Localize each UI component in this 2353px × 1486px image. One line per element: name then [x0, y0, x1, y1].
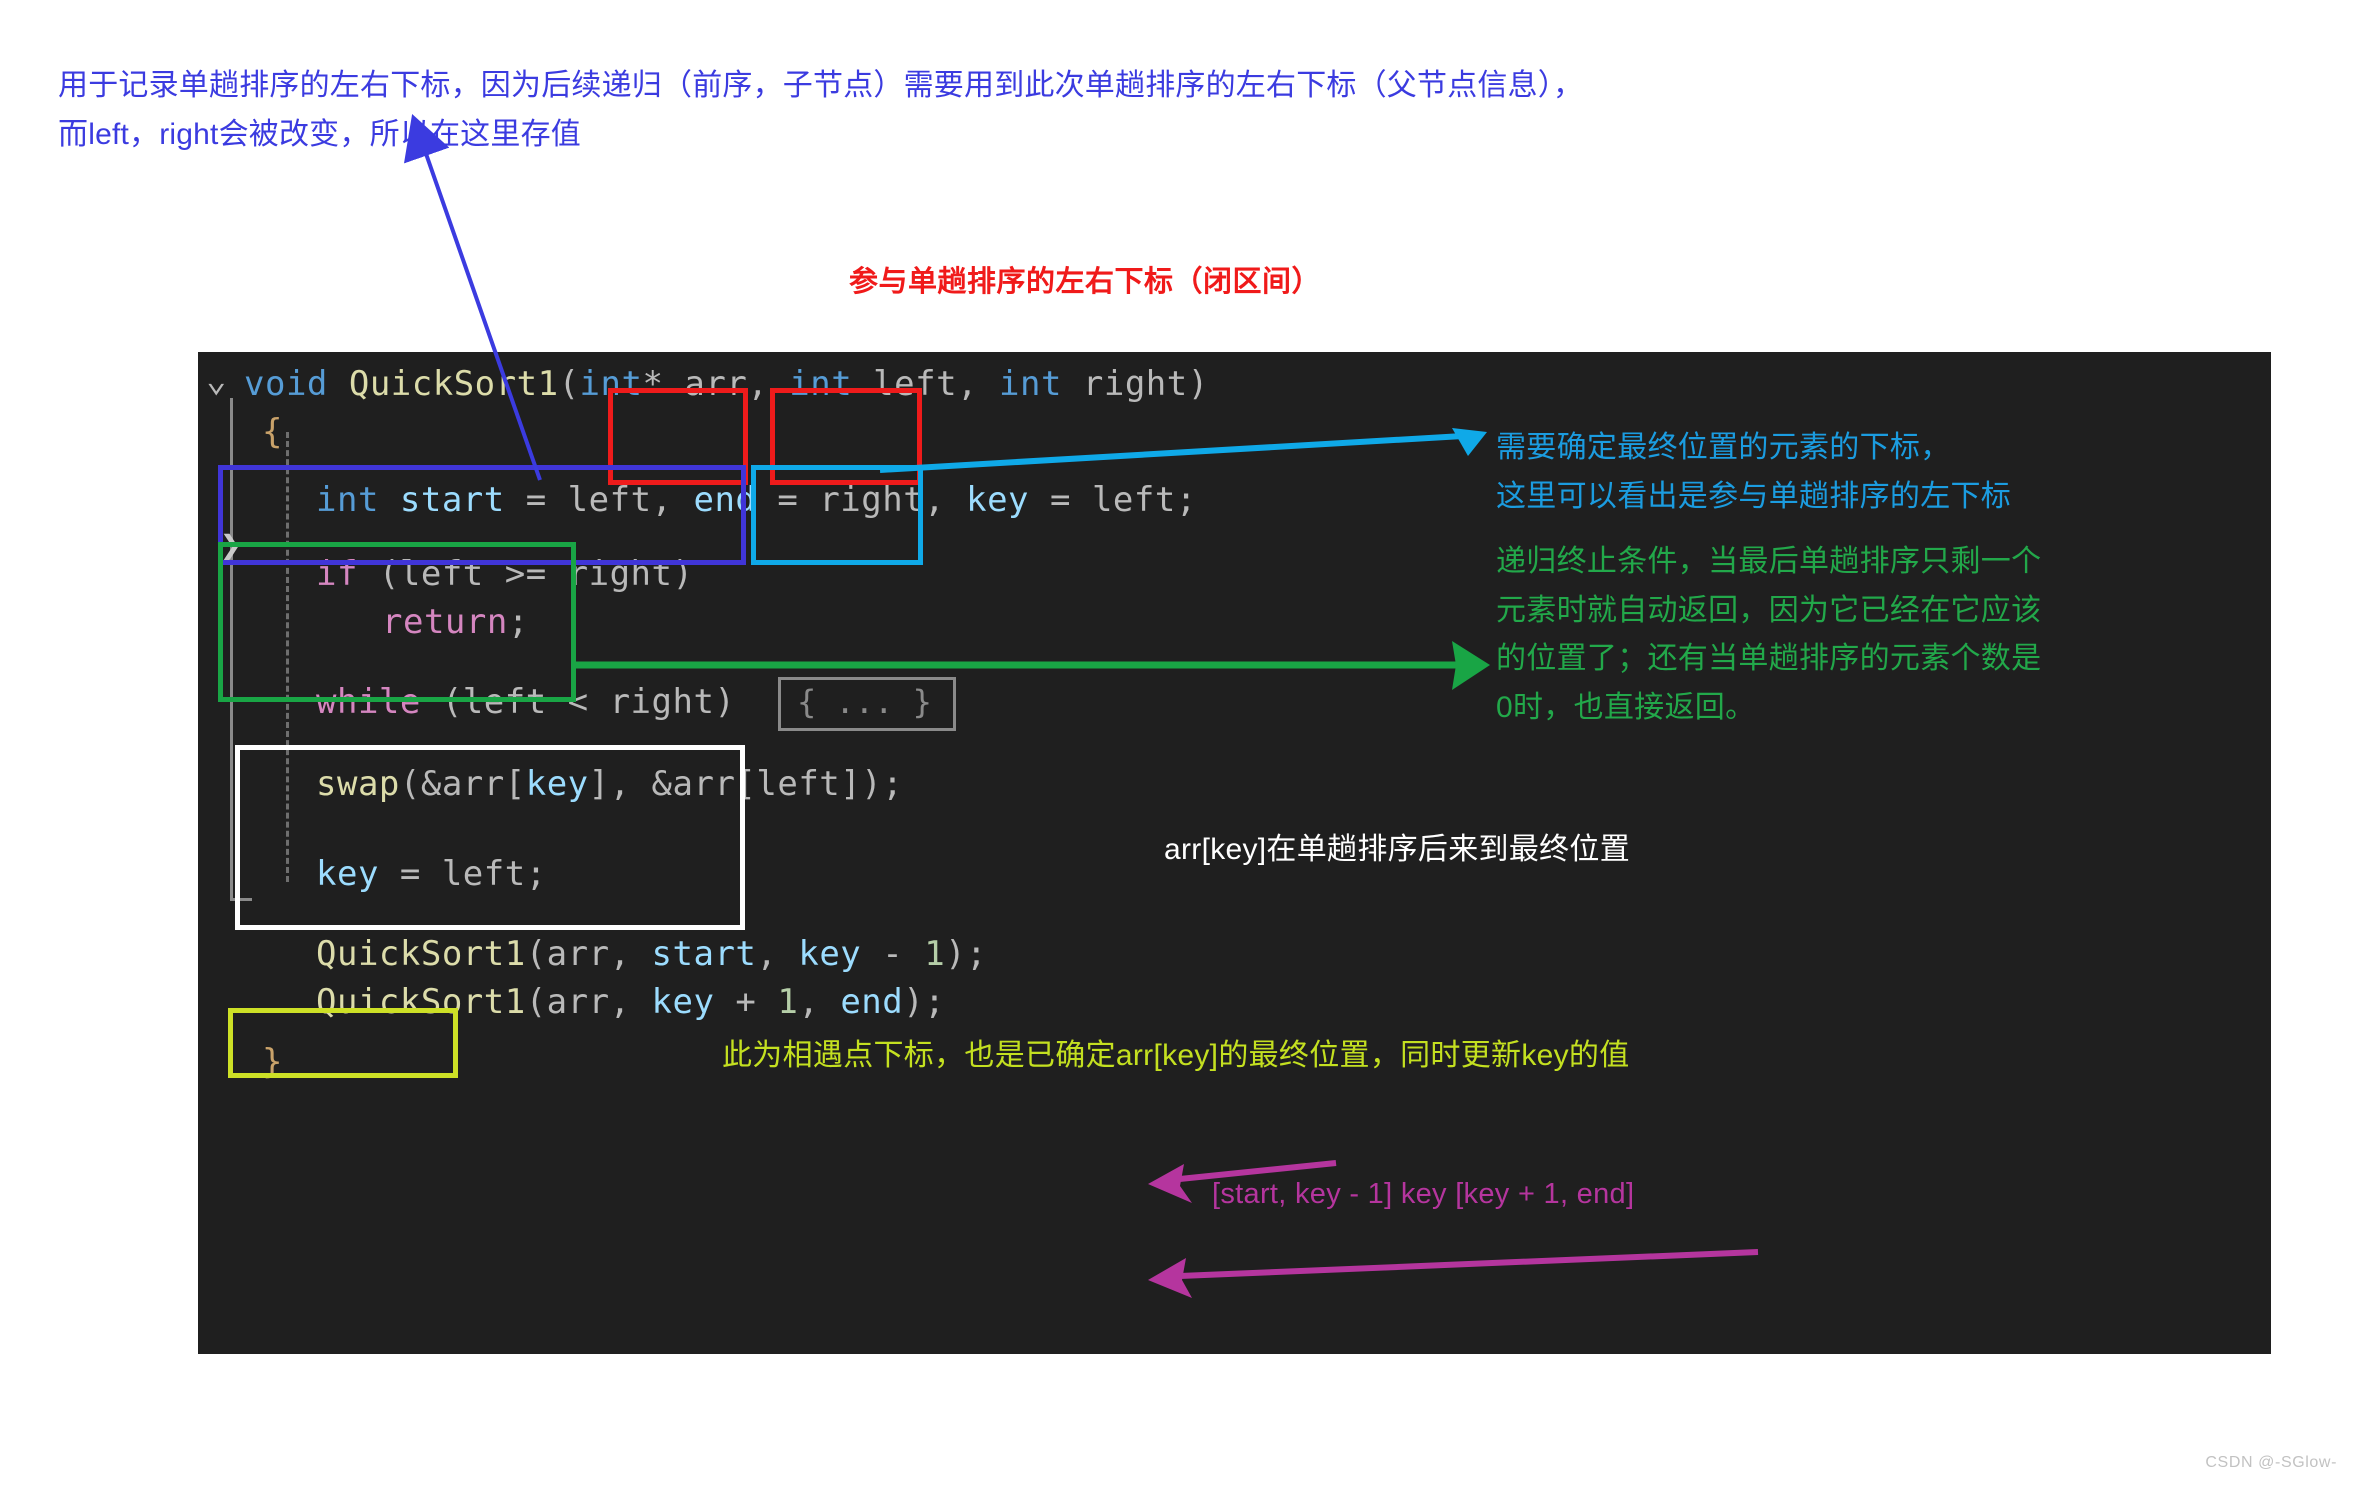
token-return-semi: ;	[507, 602, 529, 642]
token-call2-comma: ,	[798, 982, 841, 1022]
token-call2-end: end	[840, 982, 904, 1022]
indent-guide	[286, 432, 289, 882]
code-line-open-brace: {	[262, 412, 283, 452]
token-key: key	[966, 480, 1030, 520]
token-call2-plus: +	[714, 982, 778, 1022]
token-call1-one: 1	[924, 934, 946, 974]
token-paren: (	[558, 364, 580, 404]
annotation-white-text: arr[key]在单趟排序后来到最终位置	[1164, 833, 1631, 866]
token-left: left	[852, 364, 958, 404]
token-call1-name: QuickSort1	[316, 934, 526, 974]
token-swap-key: key	[525, 764, 589, 804]
code-line-recurse-left: QuickSort1(arr, start, key - 1);	[316, 934, 987, 974]
token-call1-comma: ,	[756, 934, 799, 974]
collapsed-block-label: { ... }	[797, 683, 932, 721]
token-void: void	[244, 364, 328, 404]
chevron-right-icon[interactable]: ❯	[220, 528, 242, 564]
token-call1-arr: (arr,	[525, 934, 652, 974]
code-line-close-brace: }	[262, 1042, 283, 1082]
code-line-key-assign: key = left;	[316, 854, 547, 894]
code-line-return: return;	[382, 602, 529, 642]
red-caption-label: 参与单趟排序的左右下标（闭区间）	[849, 266, 1322, 298]
token-call1-minus: -	[861, 934, 925, 974]
token-key2: key	[316, 854, 379, 894]
fold-scope-bar-foot	[230, 898, 252, 901]
token-key-assign-rest: = left;	[378, 854, 547, 894]
token-start: start	[378, 480, 505, 520]
csdn-watermark: CSDN @-SGlow-	[2205, 1454, 2337, 1471]
token-swap-args1: (&arr[	[399, 764, 526, 804]
token-call2-arr: (arr,	[525, 982, 652, 1022]
token-return: return	[382, 602, 508, 642]
token-call2-key: key	[651, 982, 715, 1022]
annotation-magenta-text: [start, key - 1] key [key + 1, end]	[1212, 1178, 1635, 1210]
code-line-if: if (left >= right)	[316, 554, 693, 594]
token-call1-start: start	[651, 934, 757, 974]
token-call2-name: QuickSort1	[316, 982, 526, 1022]
annotation-yellow-text: 此为相遇点下标，也是已确定arr[key]的最终位置，同时更新key的值	[722, 1039, 1630, 1072]
annotation-green-text: 递归终止条件，当最后单趟排序只剩一个 元素时就自动返回，因为它已经在它应该 的位…	[1496, 545, 2042, 724]
token-int-decl: int	[316, 480, 379, 520]
token-comma: ,	[957, 364, 999, 404]
token-int3: int	[999, 364, 1062, 404]
annotation-cyan-text: 需要确定最终位置的元素的下标， 这里可以看出是参与单趟排序的左下标	[1496, 431, 2012, 513]
collapsed-block-region[interactable]: { ... }	[778, 677, 956, 731]
token-eq-left2: = left	[1029, 480, 1176, 520]
token-semicolon: ;	[1175, 480, 1197, 520]
code-line-recurse-right: QuickSort1(arr, key + 1, end);	[316, 982, 945, 1022]
token-closeparen: )	[1187, 364, 1209, 404]
token-while-cond: (left < right)	[420, 682, 736, 722]
token-call1-key: key	[798, 934, 862, 974]
code-line-swap: swap(&arr[key], &arr[left]);	[316, 764, 903, 804]
token-eq-right: = right,	[756, 480, 967, 520]
token-eq-left: = left,	[504, 480, 694, 520]
top-note-line1: 用于记录单趟排序的左右下标，因为后续递归（前序，子节点）需要用到此次单趟排序的左…	[58, 69, 1584, 102]
token-call1-end: );	[945, 934, 988, 974]
token-call2-one: 1	[777, 982, 799, 1022]
token-swap: swap	[316, 764, 400, 804]
token-if-cond: (left >= right)	[357, 554, 694, 594]
token-funcname: QuickSort1	[327, 364, 559, 404]
fold-scope-bar	[230, 398, 233, 900]
token-end: end	[693, 480, 757, 520]
code-line-declarations: int start = left, end = right, key = lef…	[316, 480, 1197, 520]
code-line-signature: void QuickSort1(int* arr, int left, int …	[244, 364, 1209, 404]
token-arr: * arr,	[642, 364, 790, 404]
token-if: if	[316, 554, 358, 594]
token-call2-close: );	[903, 982, 946, 1022]
token-right: right	[1061, 364, 1188, 404]
token-while: while	[316, 682, 421, 722]
code-line-while: while (left < right)	[316, 682, 735, 722]
top-note-line2: 而left，right会被改变，所以在这里存值	[58, 117, 581, 151]
token-int1: int	[579, 364, 643, 404]
token-swap-args2: ], &arr[left]);	[588, 764, 904, 804]
chevron-down-icon[interactable]: ⌄	[206, 360, 226, 400]
token-int2: int	[789, 364, 853, 404]
top-annotation-note: 用于记录单趟排序的左右下标，因为后续递归（前序，子节点）需要用到此次单趟排序的左…	[58, 62, 2258, 159]
